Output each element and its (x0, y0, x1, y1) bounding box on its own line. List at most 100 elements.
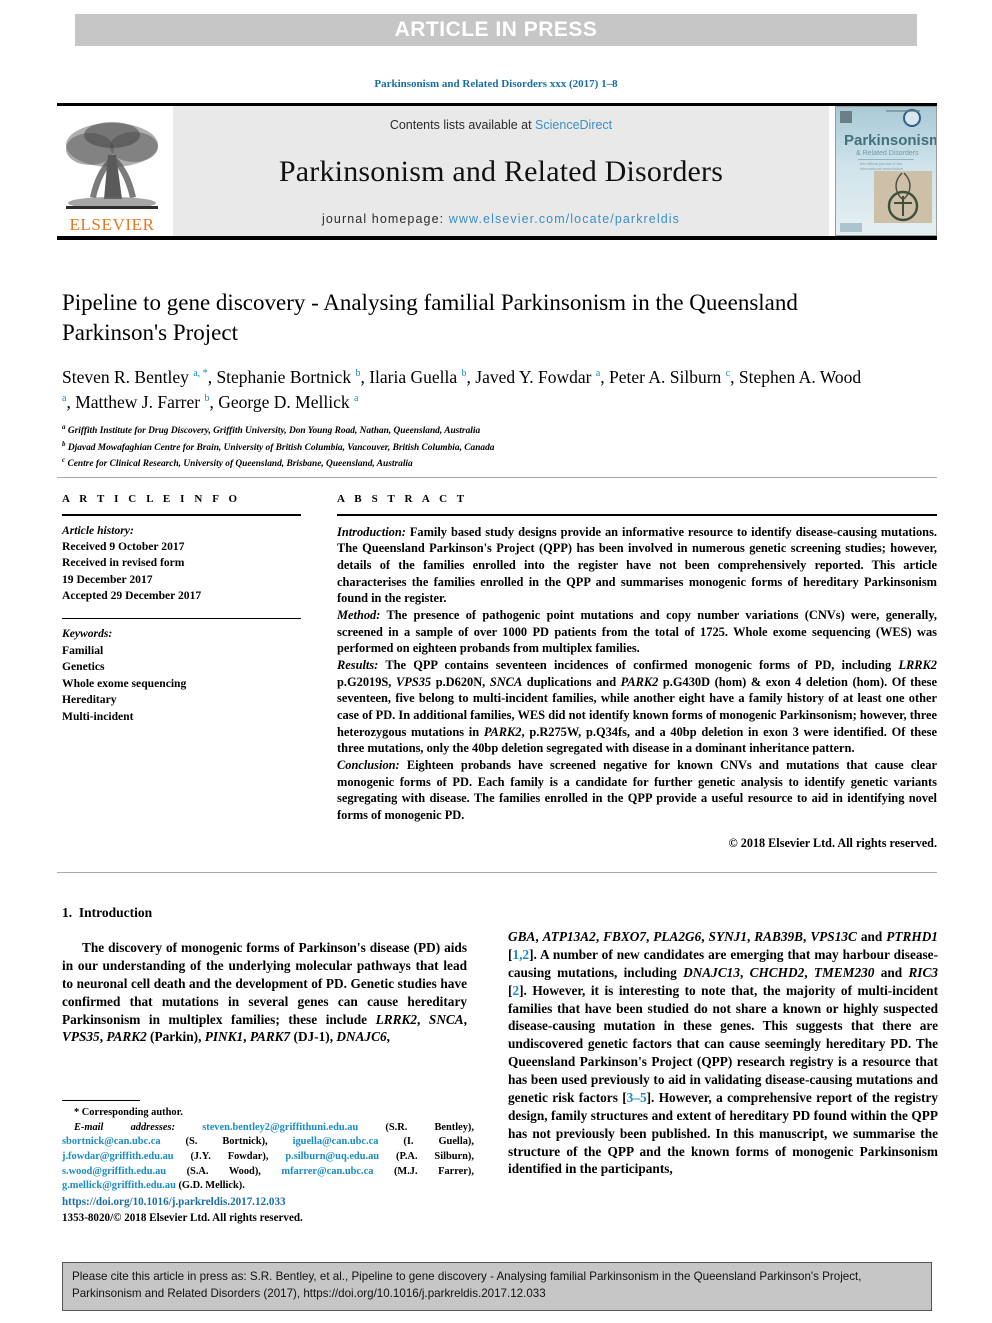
author-affil-mark: b (355, 367, 361, 379)
email-link[interactable]: j.fowdar@griffith.edu.au (62, 1151, 174, 1162)
keywords-lines: Familial Genetics Whole exome sequencing He… (62, 643, 307, 725)
journal-article-page: ARTICLE IN PRESS Parkinsonism and Relate… (0, 0, 992, 1323)
author-list: Steven R. Bentley a, *, Stephanie Bortni… (62, 366, 862, 412)
intro-paragraph-right: GBA, ATP13A2, FBXO7, PLA2G6, SYNJ1, RAB3… (508, 929, 938, 1177)
keyword-item: Familial (62, 643, 104, 657)
journal-masthead: ELSEVIER Contents lists available at Sci… (57, 103, 937, 236)
masthead-center: Contents lists available at ScienceDirec… (173, 106, 829, 236)
body-column-right: GBA, ATP13A2, FBXO7, PLA2G6, SYNJ1, RAB3… (508, 928, 938, 1178)
page-title: Pipeline to gene discovery - Analysing f… (62, 290, 798, 345)
elsevier-logo: ELSEVIER (57, 106, 167, 236)
keywords-block: Keywords: Familial Genetics Whole exome se… (62, 626, 307, 725)
abstract-section: Results: The QPP contains seventeen inci… (337, 657, 937, 756)
article-history-line: Received 9 October 2017 (62, 539, 185, 553)
author-name: Peter A. Silburn (609, 366, 722, 387)
author-affil-mark: b (461, 367, 467, 379)
footnote-block: * Corresponding author. E-mail addresses… (62, 1106, 474, 1194)
abstract-section-label: Method: (337, 607, 381, 622)
title-block: Pipeline to gene discovery - Analysing f… (62, 288, 862, 471)
affiliation-mark: b (62, 439, 66, 448)
keyword-item: Genetics (62, 660, 105, 674)
issn-copyright-line: 1353-8020/© 2018 Elsevier Ltd. All right… (62, 1212, 303, 1225)
email-addresses-block: E-mail addresses: steven.bentley2@griffi… (62, 1121, 474, 1192)
article-history-label: Article history: (62, 523, 134, 537)
email-owner: (I. Guella) (403, 1136, 472, 1148)
email-link[interactable]: s.wood@griffith.edu.au (62, 1166, 166, 1177)
running-head: Parkinsonism and Related Disorders xxx (… (374, 78, 618, 90)
elsevier-wordmark: ELSEVIER (69, 215, 155, 234)
journal-homepage-line: journal homepage: www.elsevier.com/locat… (322, 212, 680, 226)
article-history-block: Article history: Received 9 October 2017… (62, 523, 307, 605)
email-owner: (G.D. Mellick) (178, 1180, 243, 1192)
section-number: 1. (62, 905, 73, 920)
article-in-press-label: ARTICLE IN PRESS (394, 18, 598, 41)
sciencedirect-link[interactable]: ScienceDirect (535, 118, 612, 132)
article-history-line: Received in revised form (62, 556, 185, 570)
affiliation-mark: c (62, 455, 66, 464)
author-affil-mark: a (354, 392, 359, 404)
email-link[interactable]: sbortnick@can.ubc.ca (62, 1136, 161, 1147)
journal-title: Parkinsonism and Related Disorders (278, 155, 724, 188)
abstract-section-label: Introduction: (337, 524, 406, 539)
author-name: George D. Mellick (218, 391, 350, 412)
email-owner: (M.J. Farrer) (393, 1165, 472, 1177)
author-name: Steven R. Bentley (62, 366, 189, 387)
author-name: Stephanie Bortnick (216, 366, 352, 387)
abstract-section-label: Results: (337, 657, 379, 672)
author-affil-mark: a (595, 367, 601, 379)
abstract-body: Introduction: Family based study designs… (337, 524, 937, 824)
affiliation-item: a Griffith Institute for Drug Discovery,… (62, 423, 481, 437)
abstract-section: Introduction: Family based study designs… (337, 524, 937, 606)
affiliation-item: c Centre for Clinical Research, Universi… (62, 455, 413, 470)
email-link[interactable]: g.mellick@griffith.edu.au (62, 1180, 176, 1191)
affiliation-list: a Griffith Institute for Drug Discovery,… (62, 422, 862, 471)
contents-lists-line: Contents lists available at ScienceDirec… (390, 118, 612, 132)
please-cite-box: Please cite this article in press as: S.… (62, 1262, 932, 1311)
author-name: Javed Y. Fowdar (475, 366, 592, 387)
masthead-bottom-rule (57, 236, 937, 240)
email-owner: (S.A. Wood) (186, 1165, 259, 1177)
abstract-heading: A B S T R A C T (337, 493, 468, 505)
doi-link[interactable]: https://doi.org/10.1016/j.parkreldis.201… (62, 1194, 474, 1210)
keyword-item: Multi-incident (62, 709, 134, 723)
svg-text:international association: international association (860, 166, 903, 171)
contents-prefix: Contents lists available at (389, 118, 536, 132)
corresponding-author-note: * Corresponding author. (74, 1107, 183, 1118)
doi-block: https://doi.org/10.1016/j.parkreldis.201… (62, 1194, 474, 1226)
article-history-line: Accepted 29 December 2017 (62, 589, 202, 603)
email-link[interactable]: iguella@can.ubc.ca (293, 1136, 379, 1147)
abstract-bottom-rule (57, 872, 937, 873)
email-link[interactable]: mfarrer@can.ubc.ca (281, 1166, 373, 1177)
email-owner: (S.R. Bentley) (385, 1121, 472, 1133)
abstract-column: A B S T R A C T Introduction: Family bas… (337, 493, 937, 851)
author-affil-mark: c (725, 367, 731, 379)
email-owner: (J.Y. Fowdar) (190, 1151, 266, 1163)
intro-paragraph-left: The discovery of monogenic forms of Park… (62, 940, 467, 1045)
author-affil-mark: b (204, 392, 210, 404)
footnote-rule (62, 1100, 140, 1101)
author-affil-mark: a (62, 392, 67, 404)
keyword-item: Hereditary (62, 693, 117, 707)
journal-cover-thumbnail: Parkinsonism & Related Disorders the off… (835, 106, 937, 236)
info-section-top-rule (57, 477, 937, 478)
email-link[interactable]: p.silburn@uq.edu.au (285, 1151, 379, 1162)
email-link[interactable]: steven.bentley2@griffithuni.edu.au (202, 1122, 358, 1133)
author-affil-mark: a, * (193, 367, 208, 379)
journal-homepage-link[interactable]: www.elsevier.com/locate/parkreldis (449, 212, 680, 226)
article-info-column: A R T I C L E I N F O Article history: R… (62, 493, 307, 725)
article-history-line: 19 December 2017 (62, 572, 153, 586)
abstract-rule (337, 514, 937, 516)
article-info-rule (62, 514, 301, 516)
affiliation-mark: a (62, 423, 66, 432)
section-title: Introduction (78, 905, 153, 920)
svg-text:& Related Disorders: & Related Disorders (856, 150, 919, 157)
section-heading-introduction: 1. Introduction (62, 905, 467, 921)
author-name: Matthew J. Farrer (75, 391, 201, 412)
article-info-heading: A R T I C L E I N F O (62, 493, 241, 505)
elsevier-tree-icon (66, 122, 158, 209)
email-addresses-label: E-mail addresses: (74, 1121, 176, 1133)
author-name: Ilaria Guella (369, 366, 458, 387)
abstract-section-label: Conclusion: (337, 757, 400, 772)
abstract-section: Conclusion: Eighteen probands have scree… (337, 757, 937, 822)
abstract-section: Method: The presence of pathogenic point… (337, 607, 937, 656)
